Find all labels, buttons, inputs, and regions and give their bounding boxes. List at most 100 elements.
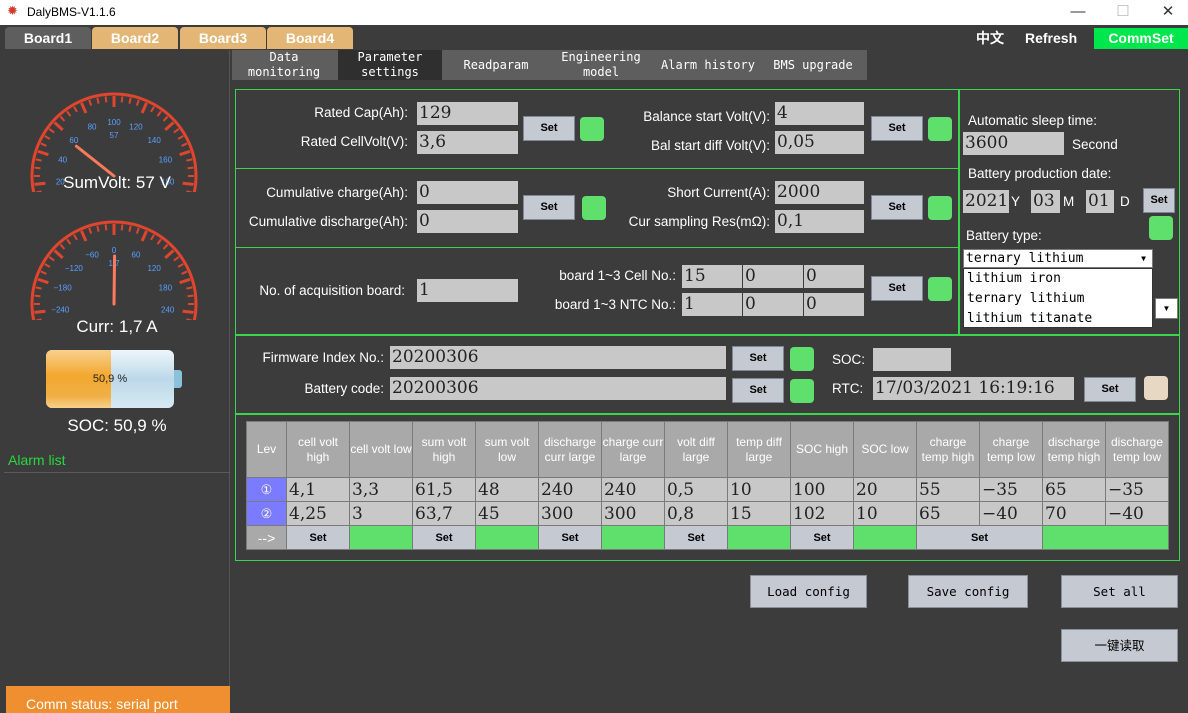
cell-no-board2[interactable]: 0 xyxy=(743,265,803,288)
set-all-button[interactable]: Set all xyxy=(1061,575,1178,608)
sumvolt-gauge-tick-mark xyxy=(179,149,191,157)
tab-board1[interactable]: Board1 xyxy=(5,27,91,49)
firmware-label: Firmware Index No.: xyxy=(262,350,384,365)
threshold-cell[interactable]: 3,3 xyxy=(349,477,413,502)
threshold-cell[interactable]: 15 xyxy=(727,501,791,526)
short-current-input[interactable]: 2000 xyxy=(775,181,864,204)
battery-type-option-ternary-lithium[interactable]: ternary lithium xyxy=(964,289,1152,309)
sumvolt-gauge-tick-label: 80 xyxy=(88,123,97,132)
battery-type-option-lithium-iron[interactable]: lithium iron xyxy=(964,269,1152,289)
production-month-input[interactable]: 03 xyxy=(1031,190,1060,213)
bal-diff-input[interactable]: 0,05 xyxy=(775,131,864,154)
tab-parameter-settings[interactable]: Parameter settings xyxy=(338,50,442,80)
threshold-cell[interactable]: 300 xyxy=(601,501,665,526)
firmware-input[interactable]: 20200306 xyxy=(390,346,726,369)
threshold-cell[interactable]: 45 xyxy=(475,501,539,526)
set-threshold-button[interactable]: Set xyxy=(664,525,728,550)
threshold-cell[interactable]: 61,5 xyxy=(412,477,476,502)
tab-readparam[interactable]: Readparam xyxy=(444,50,548,80)
cur-sampling-res-label: Cur sampling Res(mΩ): xyxy=(628,214,770,229)
set-threshold-button[interactable]: Set xyxy=(916,525,1043,550)
cum-charge-input[interactable]: 0 xyxy=(417,181,518,204)
production-year-input[interactable]: 2021 xyxy=(963,190,1009,213)
threshold-cell[interactable]: −35 xyxy=(979,477,1043,502)
tab-bms-upgrade[interactable]: BMS upgrade xyxy=(766,50,860,80)
set-cumulative-button[interactable]: Set xyxy=(523,195,575,220)
threshold-cell[interactable]: 4,25 xyxy=(286,501,350,526)
column-header: sum volt high xyxy=(412,421,476,478)
set-acquisition-button[interactable]: Set xyxy=(871,276,923,301)
threshold-cell[interactable]: −40 xyxy=(979,501,1043,526)
set-current-button[interactable]: Set xyxy=(871,195,923,220)
threshold-cell[interactable]: 240 xyxy=(601,477,665,502)
threshold-status-led xyxy=(349,525,413,550)
threshold-cell[interactable]: 65 xyxy=(916,501,980,526)
battery-type-select[interactable]: ternary lithium ▼ xyxy=(963,249,1153,268)
set-rated-button[interactable]: Set xyxy=(523,116,575,141)
set-threshold-button[interactable]: Set xyxy=(286,525,350,550)
tab-engineering-model[interactable]: Engineering model xyxy=(550,50,652,80)
threshold-cell[interactable]: 4,1 xyxy=(286,477,350,502)
set-balance-button[interactable]: Set xyxy=(871,116,923,141)
set-firmware-button[interactable]: Set xyxy=(732,346,784,371)
cell-no-board3[interactable]: 0 xyxy=(804,265,864,288)
threshold-cell[interactable]: 48 xyxy=(475,477,539,502)
threshold-cell[interactable]: 240 xyxy=(538,477,602,502)
read-all-button[interactable]: 一键读取 xyxy=(1061,629,1178,662)
ntc-no-board3[interactable]: 0 xyxy=(804,293,864,316)
save-config-button[interactable]: Save config xyxy=(908,575,1028,608)
threshold-cell[interactable]: −35 xyxy=(1105,477,1169,502)
cum-discharge-input[interactable]: 0 xyxy=(417,210,518,233)
maximize-button[interactable]: ☐ xyxy=(1103,2,1143,22)
threshold-cell[interactable]: 65 xyxy=(1042,477,1106,502)
tab-board3[interactable]: Board3 xyxy=(180,27,266,49)
set-date-button[interactable]: Set xyxy=(1143,188,1175,213)
tab-board2[interactable]: Board2 xyxy=(92,27,178,49)
commset-button[interactable]: CommSet xyxy=(1094,28,1188,49)
rtc-input[interactable]: 17/03/2021 16:19:16 xyxy=(873,377,1074,400)
tab-data-monitoring[interactable]: Data monitoring xyxy=(232,50,336,80)
bal-start-volt-label: Balance start Volt(V): xyxy=(643,109,770,124)
acq-board-input[interactable]: 1 xyxy=(417,279,518,302)
rated-cellvolt-input[interactable]: 3,6 xyxy=(417,131,518,154)
ntc-no-board1[interactable]: 1 xyxy=(682,293,742,316)
ntc-no-board2[interactable]: 0 xyxy=(743,293,803,316)
threshold-cell[interactable]: 10 xyxy=(853,501,917,526)
cell-no-board1[interactable]: 15 xyxy=(682,265,742,288)
load-config-button[interactable]: Load config xyxy=(750,575,867,608)
battery-code-input[interactable]: 20200306 xyxy=(390,377,726,400)
production-day-input[interactable]: 01 xyxy=(1086,190,1114,213)
refresh-button[interactable]: Refresh xyxy=(1025,29,1077,47)
set-rtc-button[interactable]: Set xyxy=(1084,377,1136,402)
set-threshold-button[interactable]: Set xyxy=(790,525,854,550)
set-threshold-button[interactable]: Set xyxy=(538,525,602,550)
threshold-cell[interactable]: 3 xyxy=(349,501,413,526)
cur-sampling-res-input[interactable]: 0,1 xyxy=(775,210,864,233)
threshold-cell[interactable]: 102 xyxy=(790,501,854,526)
set-threshold-button[interactable]: Set xyxy=(412,525,476,550)
rated-cap-input[interactable]: 129 xyxy=(417,102,518,125)
sleep-time-input[interactable]: 3600 xyxy=(963,132,1064,155)
threshold-cell[interactable]: 63,7 xyxy=(412,501,476,526)
close-button[interactable]: ✕ xyxy=(1148,2,1188,22)
threshold-cell[interactable]: 10 xyxy=(727,477,791,502)
tab-alarm-history[interactable]: Alarm history xyxy=(654,50,762,80)
threshold-cell[interactable]: 0,5 xyxy=(664,477,728,502)
secondary-dropdown-arrow-icon[interactable]: ▼ xyxy=(1155,298,1178,319)
threshold-cell[interactable]: 300 xyxy=(538,501,602,526)
threshold-cell[interactable]: 20 xyxy=(853,477,917,502)
tab-board4[interactable]: Board4 xyxy=(267,27,353,49)
soc-field-input[interactable] xyxy=(873,348,951,371)
set-battery-code-button[interactable]: Set xyxy=(732,378,784,403)
threshold-cell[interactable]: 100 xyxy=(790,477,854,502)
minimize-button[interactable]: — xyxy=(1058,2,1098,22)
threshold-cell[interactable]: 55 xyxy=(916,477,980,502)
threshold-cell[interactable]: 70 xyxy=(1042,501,1106,526)
alarm-list[interactable] xyxy=(4,472,230,685)
bal-start-volt-input[interactable]: 4 xyxy=(775,102,864,125)
battery-type-option-lithium-titanate[interactable]: lithium titanate xyxy=(964,309,1152,329)
threshold-cell[interactable]: 0,8 xyxy=(664,501,728,526)
language-button[interactable]: 中文 xyxy=(976,29,1004,47)
board-tab-bar: Board1 Board2 Board3 Board4 中文 Refresh C… xyxy=(0,25,1188,50)
threshold-cell[interactable]: −40 xyxy=(1105,501,1169,526)
